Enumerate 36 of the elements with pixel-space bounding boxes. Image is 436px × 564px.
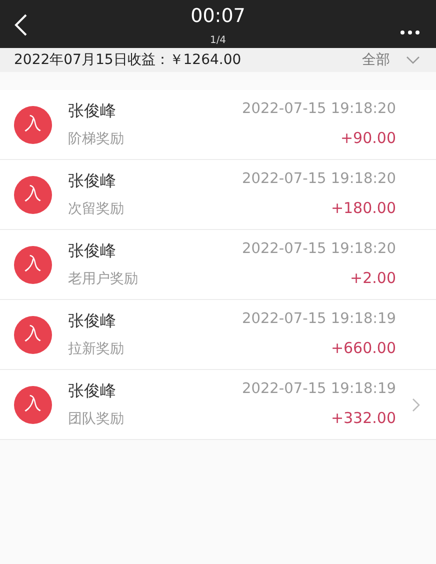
record-time: 2022-07-15 19:18:20	[242, 240, 396, 260]
record-row[interactable]: 入 张俊峰 团队奖励 2022-07-15 19:18:19 +332.00	[0, 370, 436, 440]
payer-name: 张俊峰	[68, 240, 117, 262]
record-time: 2022-07-15 19:18:20	[242, 170, 396, 190]
income-badge: 入	[14, 246, 52, 284]
record-time: 2022-07-15 19:18:19	[242, 380, 396, 400]
record-amount: +90.00	[339, 128, 396, 150]
back-icon[interactable]	[14, 12, 28, 37]
reward-type: 团队奖励	[68, 410, 125, 429]
record-time: 2022-07-15 19:18:19	[242, 310, 396, 330]
page-title: 00:07	[190, 7, 246, 26]
income-badge: 入	[14, 386, 52, 424]
income-badge: 入	[14, 106, 52, 144]
income-badge: 入	[14, 316, 52, 354]
payer-name: 张俊峰	[68, 170, 117, 192]
reward-type: 次留奖励	[68, 200, 125, 219]
earnings-summary: 2022年07月15日收益：￥1264.00	[14, 50, 242, 70]
record-time: 2022-07-15 19:18:20	[242, 100, 396, 120]
payer-name: 张俊峰	[68, 380, 117, 402]
reward-type: 老用户奖励	[68, 270, 139, 289]
payer-name: 张俊峰	[68, 310, 117, 332]
reward-type: 拉新奖励	[68, 340, 125, 359]
income-badge: 入	[14, 176, 52, 214]
page-counter: 1/4	[210, 35, 226, 46]
record-amount: +332.00	[330, 408, 396, 430]
filter-dropdown[interactable]: 全部	[362, 50, 420, 70]
payer-name: 张俊峰	[68, 100, 117, 122]
record-amount: +660.00	[330, 338, 396, 360]
record-row[interactable]: 入 张俊峰 拉新奖励 2022-07-15 19:18:19 +660.00	[0, 300, 436, 370]
record-row[interactable]: 入 张俊峰 老用户奖励 2022-07-15 19:18:20 +2.00	[0, 230, 436, 300]
record-amount: +2.00	[349, 268, 396, 290]
record-row[interactable]: 入 张俊峰 阶梯奖励 2022-07-15 19:18:20 +90.00	[0, 90, 436, 160]
record-amount: +180.00	[330, 198, 396, 220]
record-row[interactable]: 入 张俊峰 次留奖励 2022-07-15 19:18:20 +180.00	[0, 160, 436, 230]
caret-icon	[406, 56, 420, 64]
reward-type: 阶梯奖励	[68, 130, 125, 149]
